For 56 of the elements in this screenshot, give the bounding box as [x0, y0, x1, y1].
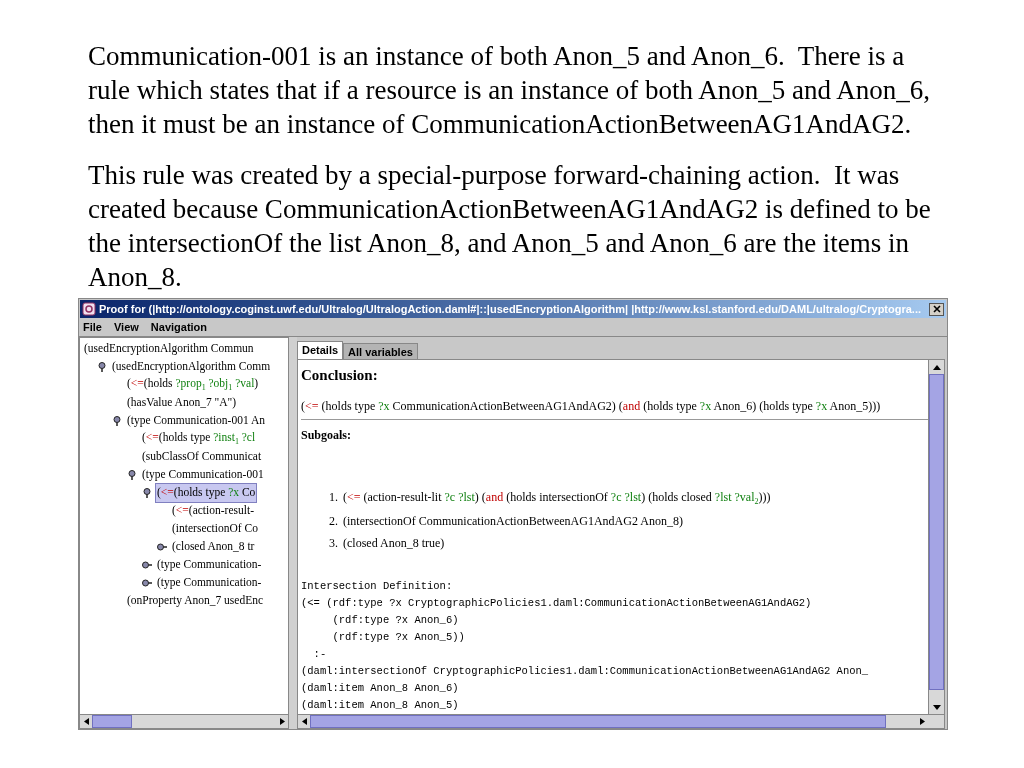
paragraph: This rule was created by a special-purpose forward-chaining action. It was created because CommunicationActionBetweenAG1AndAG2 is defined to be the intersectionOf the list Anon_8, and Anon_5 and Anon_6 are the items in Anon_8. [88, 159, 932, 294]
tree-node[interactable]: (type Communication-001 [140, 465, 266, 485]
tree-node[interactable]: (usedEncryptionAlgorithm Commun [82, 339, 256, 359]
list-number: 2. [329, 512, 338, 530]
list-number: 3. [329, 534, 338, 552]
paragraph: Communication-001 is an instance of both Anon_5 and Anon_6. There is a rule which states that if a resource is an instance of both Anon_5 and Anon_6, then it must be an instance of CommunicationActionBetweenAG1AndAG2. [88, 40, 932, 141]
code-line: :- [312, 646, 328, 662]
close-icon [932, 305, 941, 313]
tab[interactable]: Details [297, 341, 344, 359]
menu-item[interactable]: Navigation [150, 318, 208, 336]
window-title: Proof for (|http://ontology.coginst.uwf.edu/Ultralog/UltralogAction.daml#|::|usedEncryptionAlgorithm| |http://www.ksl.stanford.edu/DAML/ultralog/Cryptogra... [99, 301, 923, 317]
key-icon[interactable] [157, 542, 167, 552]
code-line: (daml:item Anon_8 Anon_5) [301, 697, 460, 713]
tab[interactable]: All variables [343, 343, 418, 359]
section-heading: Subgoals: [301, 426, 353, 444]
pin-icon[interactable] [112, 416, 122, 426]
section-heading: Conclusion: [301, 366, 379, 385]
menu-item[interactable]: View [113, 318, 139, 336]
code-line: (rdf:type ?x Anon_6) [331, 612, 460, 628]
key-icon[interactable] [142, 578, 152, 588]
list-number: 1. [329, 488, 338, 506]
code-line: (<= (rdf:type ?x CryptographicPolicies1.daml:CommunicationActionBetweenAG1AndAG2) [301, 595, 813, 611]
subgoal-text: (intersectionOf CommunicationActionBetweenAG1AndAG2 Anon_8) [343, 512, 683, 530]
code-line: Intersection Definition: [301, 578, 454, 594]
tree-node[interactable]: (type Communication-001 An [125, 411, 267, 431]
tree-node[interactable]: (type Communication- [155, 555, 264, 575]
tree-node[interactable]: (<=(holds ?prop$_{1}$ ?obj$_{1}$ ?val) [125, 374, 261, 396]
scroll-thumb[interactable] [310, 715, 886, 728]
pin-icon[interactable] [97, 362, 107, 372]
tree-node[interactable]: (subClassOf Communicat [140, 447, 264, 467]
menu-item[interactable]: File [83, 318, 102, 336]
close-button[interactable] [929, 302, 944, 316]
pin-icon[interactable] [127, 470, 137, 480]
vertical-scrollbar[interactable] [928, 360, 944, 714]
tree-node[interactable]: (type Communication- [155, 573, 264, 593]
subgoal-text: (<= (action-result-lit ?c ?lst) (and (holds intersectionOf ?c ?lst) (holds closed ?lst ?val$_{2}$))) [343, 488, 771, 508]
tree-node[interactable]: (intersectionOf Co [170, 519, 260, 539]
code-line: (rdf:type ?x Anon_5)) [331, 629, 466, 645]
tree-node[interactable]: (closed Anon_8 tr [170, 537, 257, 557]
tree-node[interactable]: (<=(holds type ?x Co [155, 483, 258, 503]
horizontal-scrollbar[interactable] [80, 714, 288, 728]
horizontal-scrollbar[interactable] [298, 714, 944, 728]
app-icon [82, 302, 96, 316]
tree-node[interactable]: (usedEncryptionAlgorithm Comm [110, 357, 273, 377]
tree-node[interactable]: (<=(action-result- [170, 501, 256, 521]
conclusion-text: (<= (holds type ?x CommunicationActionBetweenAG1AndAG2) (and (holds type ?x Anon_6) (holds type ?x Anon_5))) [301, 396, 928, 420]
code-line: (daml:intersectionOf CryptographicPolicies1.daml:CommunicationActionBetweenAG1AndAG2 Anon_ [301, 663, 870, 679]
scroll-thumb[interactable] [929, 374, 944, 690]
code-line: (daml:item Anon_8 Anon_6) [301, 680, 460, 696]
pin-icon[interactable] [142, 488, 152, 498]
tree-node[interactable]: (onProperty Anon_7 usedEnc [125, 591, 266, 611]
key-icon[interactable] [142, 560, 152, 570]
subgoal-text: (closed Anon_8 true) [343, 534, 445, 552]
tree-node[interactable]: (hasValue Anon_7 "A") [125, 393, 239, 413]
tree-node[interactable]: (<=(holds type ?inst$_{1}$ ?cl [140, 428, 258, 450]
scroll-thumb[interactable] [92, 715, 132, 728]
